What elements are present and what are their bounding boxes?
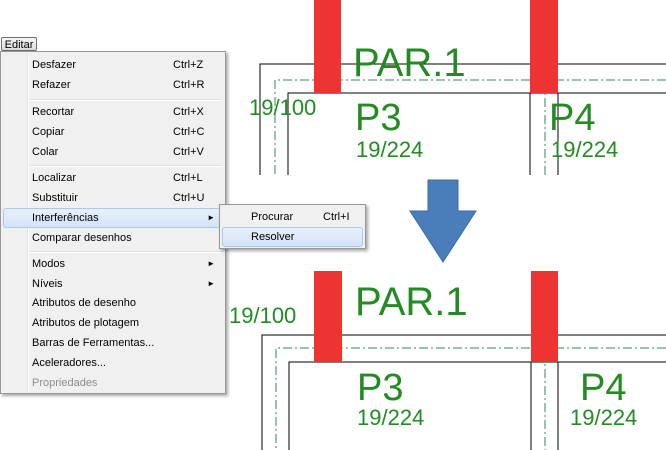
menu-editar[interactable]: Editar [1, 37, 37, 51]
menu-item-copiar[interactable]: Copiar Ctrl+C [3, 122, 223, 142]
menu-item-label: Procurar [251, 211, 294, 223]
menu-separator [30, 99, 222, 101]
menu-item-label: Recortar [32, 106, 75, 118]
menu-item-label: Barras de Ferramentas... [32, 337, 155, 349]
menu-item-label: Níveis [32, 278, 63, 290]
menu-item-label: Modos [32, 258, 66, 270]
menu-item-shortcut: Ctrl+Z [173, 59, 204, 71]
pillar-p3-top [314, 0, 341, 93]
drawing-after: PAR.1 19/100 P3 19/224 P4 19/224 [229, 271, 666, 450]
menu-item-refazer[interactable]: Refazer Ctrl+R [3, 75, 223, 95]
p3-label-top: P3 [355, 97, 401, 139]
menu-item-desfazer[interactable]: Desfazer Ctrl+Z [3, 55, 223, 75]
p4-dim-bottom: 19/224 [570, 405, 637, 430]
menu-item-recortar[interactable]: Recortar Ctrl+X [3, 102, 223, 122]
dim-left-top: 19/100 [249, 95, 316, 120]
pillar-p3-bottom [314, 271, 342, 362]
editar-dropdown: Desfazer Ctrl+Z Refazer Ctrl+R Recortar … [0, 51, 226, 394]
menu-item-label: Copiar [32, 126, 65, 138]
menu-item-atributos-desenho[interactable]: Atributos de desenho [3, 293, 223, 313]
submenu-arrow-icon: ► [207, 259, 215, 268]
menu-item-modos[interactable]: Modos ► [3, 254, 223, 274]
menu-item-propriedades: Propriedades [3, 373, 223, 393]
submenu-item-procurar[interactable]: Procurar Ctrl+I [222, 207, 363, 227]
menu-item-localizar[interactable]: Localizar Ctrl+L [3, 168, 223, 188]
submenu-item-resolver[interactable]: Resolver [222, 227, 363, 247]
menu-item-label: Interferências [32, 212, 99, 224]
drawing-before: PAR.1 19/100 P3 19/224 P4 19/224 [249, 0, 666, 175]
menu-item-label: Propriedades [32, 377, 98, 389]
menu-item-label: Refazer [32, 79, 71, 91]
menu-item-label: Atributos de desenho [32, 297, 136, 309]
menu-item-substituir[interactable]: Substituir Ctrl+U [3, 188, 223, 208]
menu-item-niveis[interactable]: Níveis ► [3, 274, 223, 294]
menu-item-label: Desfazer [32, 59, 77, 71]
menu-item-label: Resolver [251, 231, 295, 243]
menu-separator [30, 165, 222, 167]
pillar-p4-top [530, 0, 558, 93]
arrow-down-icon [409, 179, 477, 263]
dim-left-bottom: 19/100 [229, 303, 296, 328]
menu-item-aceleradores[interactable]: Aceleradores... [3, 353, 223, 373]
menu-item-barras-ferramentas[interactable]: Barras de Ferramentas... [3, 333, 223, 353]
menu-item-shortcut: Ctrl+L [173, 172, 203, 184]
menu-item-atributos-plotagem[interactable]: Atributos de plotagem [3, 313, 223, 333]
par-label-top: PAR.1 [353, 41, 466, 85]
p4-dim-top: 19/224 [551, 137, 618, 162]
p3-dim-bottom: 19/224 [357, 405, 424, 430]
submenu-arrow-icon: ► [207, 279, 215, 288]
menu-item-colar[interactable]: Colar Ctrl+V [3, 142, 223, 162]
interferencias-submenu: Procurar Ctrl+I Resolver [219, 204, 366, 249]
menu-item-shortcut: Ctrl+X [173, 106, 204, 118]
menu-item-shortcut: Ctrl+R [173, 79, 205, 91]
menu-item-shortcut: Ctrl+C [173, 126, 205, 138]
p4-label-top: P4 [549, 97, 595, 139]
par-label-bottom: PAR.1 [355, 280, 468, 324]
menu-item-label: Colar [32, 146, 59, 158]
menu-item-label: Comparar desenhos [32, 232, 132, 244]
menu-item-label: Aceleradores... [32, 357, 106, 369]
menu-item-shortcut: Ctrl+V [173, 146, 204, 158]
p3-dim-top: 19/224 [356, 137, 423, 162]
menu-item-label: Substituir [32, 192, 78, 204]
p4-label-bottom: P4 [580, 367, 626, 409]
menu-item-shortcut: Ctrl+U [173, 192, 205, 204]
menu-item-shortcut: Ctrl+I [323, 211, 350, 223]
menu-item-interferencias[interactable]: Interferências ► [3, 208, 223, 228]
menu-item-label: Atributos de plotagem [32, 317, 140, 329]
menu-item-comparar-desenhos[interactable]: Comparar desenhos [3, 228, 223, 248]
menu-separator [30, 251, 222, 253]
submenu-arrow-icon: ► [207, 213, 215, 222]
p3-label-bottom: P3 [357, 367, 403, 409]
pillar-p4-bottom [531, 271, 558, 362]
beam-inner-line-top [287, 92, 666, 175]
menu-item-label: Localizar [32, 172, 77, 184]
